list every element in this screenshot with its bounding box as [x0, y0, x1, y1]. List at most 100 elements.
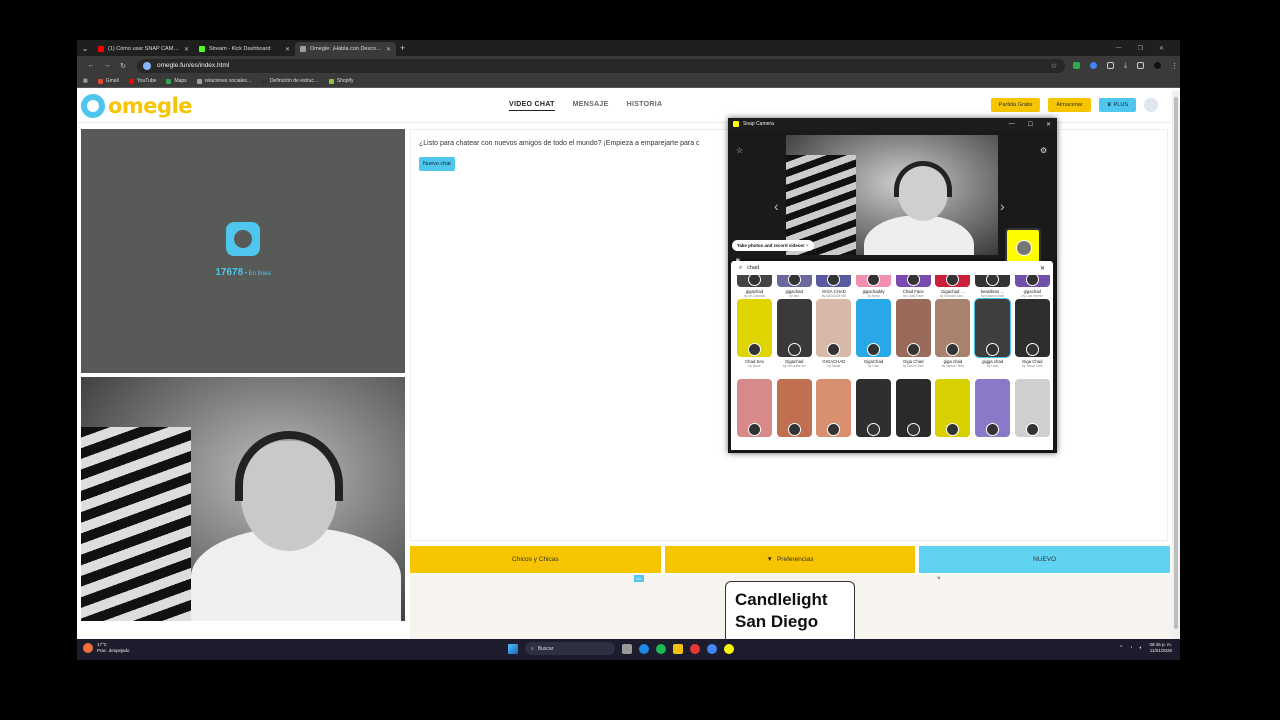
- ad-card[interactable]: Candlelight San Diego: [725, 581, 855, 639]
- bookmark-item[interactable]: Definición de estruc…: [261, 78, 319, 84]
- minimize-icon[interactable]: —: [1116, 45, 1122, 52]
- next-lens-chevron-icon[interactable]: ›: [1000, 198, 1005, 214]
- snap-camera-taskbar-icon[interactable]: [724, 643, 734, 654]
- preferences-button[interactable]: ▼ Preferencias: [664, 546, 916, 573]
- tip-close-icon[interactable]: ×: [806, 243, 809, 248]
- spotify-icon[interactable]: [656, 643, 666, 654]
- omegle-logo[interactable]: omegle: [81, 94, 193, 118]
- user-avatar[interactable]: [1144, 98, 1158, 112]
- nav-mensaje[interactable]: MENSAJE: [573, 101, 609, 111]
- chrome-icon[interactable]: [707, 643, 717, 654]
- close-icon[interactable]: ✕: [1159, 45, 1164, 52]
- lens-card[interactable]: Chad Sex by Nose: [737, 299, 772, 368]
- maximize-icon[interactable]: ☐: [1028, 121, 1033, 128]
- lens-card[interactable]: Gigachad … by Edward Jarv…: [935, 275, 971, 298]
- tab-close-icon[interactable]: ✕: [184, 46, 189, 53]
- lens-creator-avatar: [986, 275, 1000, 286]
- lens-card[interactable]: Chad Face by Chad Face: [895, 275, 931, 298]
- tab-title: Omegle: ¡Habla con Desco…: [310, 46, 382, 52]
- bookmark-item[interactable]: Maps: [166, 78, 187, 84]
- browser-tab[interactable]: (1) Cómo usar SNAP CAMERA ✕: [93, 42, 194, 56]
- volume-icon[interactable]: 🔈︎: [1139, 645, 1142, 651]
- windows-start-icon[interactable]: [508, 643, 518, 654]
- favorite-star-icon[interactable]: ☆: [736, 146, 743, 155]
- store-button[interactable]: Almacenar: [1048, 98, 1091, 112]
- extensions-puzzle-icon[interactable]: [1107, 62, 1114, 69]
- lens-card[interactable]: Giga Chad by David Glick: [895, 299, 931, 368]
- browser-tab[interactable]: Stream - Kick Dashboard ✕: [194, 42, 295, 56]
- menu-kebab-icon[interactable]: ⋮: [1171, 62, 1178, 70]
- site-info-icon[interactable]: [143, 61, 151, 70]
- settings-gear-icon[interactable]: ⚙: [1040, 146, 1047, 155]
- bookmark-item[interactable]: Gmail: [97, 78, 119, 84]
- page-scrollbar[interactable]: [1172, 91, 1180, 639]
- lens-card[interactable]: GIGA CHAD by SADDAM ME: [816, 275, 852, 298]
- new-tab-button[interactable]: +: [400, 43, 405, 53]
- sidepanel-icon[interactable]: [1137, 62, 1145, 69]
- clock[interactable]: 08:45 p. m. 11/01/2026: [1149, 642, 1172, 654]
- lens-card[interactable]: beardless … by poland kinds: [975, 275, 1011, 298]
- tray-chevron-icon[interactable]: ^: [1120, 645, 1122, 651]
- bookmark-label: relaciones sociales…: [204, 78, 252, 84]
- lens-card[interactable]: GIGACHAD by Nikas: [816, 299, 852, 368]
- tab-close-icon[interactable]: ✕: [386, 46, 391, 53]
- clear-search-icon[interactable]: ✕: [1040, 265, 1045, 272]
- prev-lens-chevron-icon[interactable]: ‹: [774, 198, 779, 214]
- profile-avatar[interactable]: [1154, 62, 1162, 69]
- file-explorer-icon[interactable]: [673, 643, 683, 654]
- extension-icon[interactable]: [1073, 62, 1080, 69]
- gender-filter-button[interactable]: Chicos y Chicas: [410, 546, 661, 573]
- lens-card[interactable]: gigachad by Mr.Cardinal: [737, 275, 772, 298]
- search-label: Buscar: [537, 645, 554, 652]
- obs-icon[interactable]: [690, 643, 700, 654]
- address-bar[interactable]: omegle.fun/es/index.html ☆: [137, 58, 1065, 73]
- close-icon[interactable]: ✕: [1046, 121, 1051, 128]
- bookmark-item[interactable]: relaciones sociales…: [196, 78, 252, 84]
- extension-icon[interactable]: [1090, 62, 1097, 69]
- taskbar-apps: ⌕ Buscar: [508, 642, 734, 655]
- lens-card[interactable]: gigachaddy by Ninty: [856, 275, 892, 298]
- apps-grid-icon[interactable]: ▦: [83, 78, 88, 84]
- lens-card[interactable]: [737, 379, 772, 437]
- bookmark-star-icon[interactable]: ☆: [1051, 62, 1057, 70]
- lens-card[interactable]: Gigachad by min edits len: [776, 299, 812, 368]
- lens-card[interactable]: [816, 379, 852, 437]
- scrollbar-thumb[interactable]: [1174, 97, 1178, 629]
- lens-card[interactable]: giga chad by Nelson Tech: [935, 299, 971, 368]
- bookmark-item[interactable]: YouTube: [128, 78, 156, 84]
- next-button[interactable]: NUEVO: [919, 546, 1171, 573]
- lens-card[interactable]: [895, 379, 931, 437]
- task-view-icon[interactable]: [622, 643, 632, 654]
- maximize-icon[interactable]: ❐: [1138, 45, 1143, 52]
- lens-card[interactable]: gigachad by tanl: [776, 275, 812, 298]
- new-chat-button[interactable]: Nuevo chat: [419, 157, 455, 171]
- lens-card[interactable]: gigga chad by Lace: [974, 298, 1012, 368]
- browser-tab[interactable]: Omegle: ¡Habla con Desco… ✕: [295, 42, 396, 56]
- nav-video-chat[interactable]: VIDEO CHAT: [509, 101, 555, 111]
- lens-card[interactable]: [975, 379, 1011, 437]
- lens-card[interactable]: [776, 379, 812, 437]
- forward-icon[interactable]: →: [99, 62, 115, 69]
- tab-close-icon[interactable]: ✕: [285, 46, 290, 53]
- free-match-button[interactable]: Partida Gratis: [990, 98, 1041, 112]
- plus-button[interactable]: ♛ PLUS: [1098, 98, 1136, 112]
- back-icon[interactable]: ←: [83, 62, 99, 69]
- ad-close-button[interactable]: ×: [937, 576, 941, 582]
- download-icon[interactable]: ⤓: [1124, 62, 1127, 69]
- lens-card[interactable]: [1014, 379, 1050, 437]
- lens-card[interactable]: GigaChad by Holu: [856, 299, 892, 368]
- lens-search-input[interactable]: ⌕ chad ✕: [731, 261, 1053, 275]
- bookmark-item[interactable]: Shopify: [328, 78, 354, 84]
- lens-card[interactable]: gigachad by Luci Herrez: [1014, 275, 1050, 298]
- minimize-icon[interactable]: —: [1009, 121, 1015, 128]
- lens-card[interactable]: [935, 379, 971, 437]
- lens-card[interactable]: Giga Chad by Jacob Cole: [1014, 299, 1050, 368]
- taskbar-search[interactable]: ⌕ Buscar: [525, 642, 615, 655]
- reload-icon[interactable]: ↻: [115, 62, 131, 70]
- edge-icon[interactable]: [639, 643, 649, 654]
- network-icon[interactable]: ◔: [1129, 645, 1132, 651]
- nav-historia[interactable]: HISTORIA: [627, 101, 663, 111]
- weather-widget[interactable]: 17°C Prac. despejado: [83, 642, 130, 654]
- tab-search-icon[interactable]: ⌄: [77, 40, 93, 56]
- lens-card[interactable]: [856, 379, 892, 437]
